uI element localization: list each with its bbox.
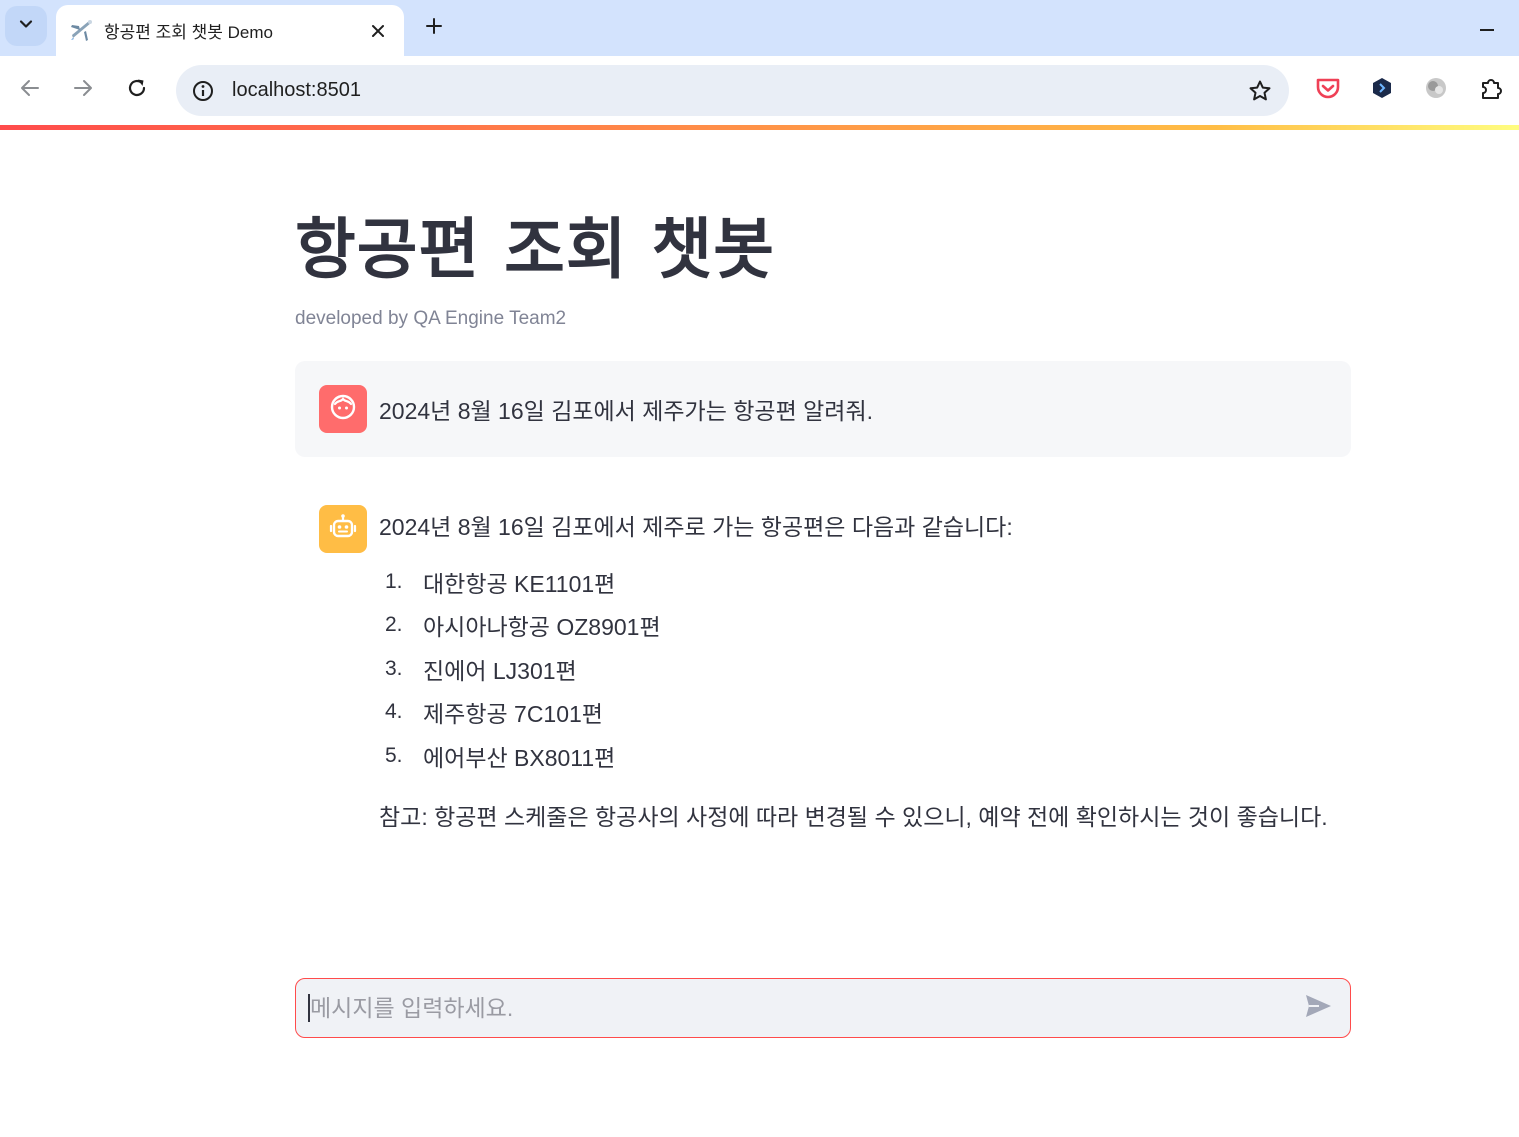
tab-title: 항공편 조회 챗봇 Demo: [104, 23, 273, 42]
flight-text: 아시아나항공 OZ8901편: [423, 614, 661, 641]
forward-arrow-icon: [72, 77, 94, 104]
chevron-down-icon: [18, 16, 34, 37]
flight-text: 에어부산 BX8011편: [423, 744, 616, 771]
page-caption: developed by QA Engine Team2: [295, 308, 567, 329]
ball-extension[interactable]: [1418, 72, 1454, 108]
assistant-message: 2024년 8월 16일 김포에서 제주로 가는 항공편은 다음과 같습니다: …: [295, 480, 1351, 900]
minimize-icon: [1479, 19, 1495, 37]
extensions-button[interactable]: [1473, 72, 1509, 108]
tab-strip: 항공편 조회 챗봇 Demo: [0, 0, 1519, 56]
flight-number-marker: 1.: [385, 569, 403, 593]
flight-list-item: 1. 대한항공 KE1101편: [379, 560, 661, 604]
robot-icon: [328, 512, 358, 547]
chat-input-container: [295, 978, 1351, 1038]
back-arrow-icon: [19, 77, 41, 104]
pocket-icon: [1315, 75, 1341, 106]
flight-text: 제주항공 7C101편: [423, 701, 603, 728]
flight-number-marker: 2.: [385, 613, 403, 637]
flight-list-item: 3. 진에어 LJ301편: [379, 647, 661, 691]
hex-extension[interactable]: [1364, 72, 1400, 108]
forward-button[interactable]: [63, 70, 103, 110]
info-icon[interactable]: [190, 78, 216, 104]
flight-number-marker: 5.: [385, 743, 403, 767]
new-tab-button[interactable]: [416, 10, 452, 46]
flight-list-item: 5. 에어부산 BX8011편: [379, 734, 661, 778]
url-text: localhost:8501: [232, 79, 361, 101]
back-button[interactable]: [10, 70, 50, 110]
address-bar[interactable]: localhost:8501: [176, 65, 1289, 116]
plus-icon: [425, 17, 443, 40]
puzzle-icon: [1478, 75, 1504, 106]
reload-button[interactable]: [117, 70, 157, 110]
flight-list: 1. 대한항공 KE1101편 2. 아시아나항공 OZ8901편 3. 진에어 LJ…: [379, 560, 661, 778]
assistant-note-text: 참고: 항공편 스케줄은 항공사의 사정에 따라 변경될 수 있으니, 예약 전…: [379, 804, 1328, 830]
tab-search-button[interactable]: [5, 6, 47, 46]
flight-text: 진에어 LJ301편: [423, 657, 577, 684]
close-icon[interactable]: [364, 17, 392, 45]
reload-icon: [126, 77, 148, 104]
flight-text: 대한항공 KE1101편: [423, 570, 616, 597]
send-icon: [1303, 991, 1333, 1026]
face-icon: [329, 393, 357, 426]
assistant-intro-text: 2024년 8월 16일 김포에서 제주로 가는 항공편은 다음과 같습니다:: [379, 514, 1013, 540]
user-avatar: [319, 385, 367, 433]
browser-tab-active[interactable]: 항공편 조회 챗봇 Demo: [56, 5, 404, 56]
extension-ball-icon: [1423, 75, 1449, 106]
user-message: 2024년 8월 16일 김포에서 제주가는 항공편 알려줘.: [295, 361, 1351, 457]
assistant-avatar: [319, 505, 367, 553]
chat-message-input[interactable]: [310, 994, 1298, 1022]
extension-hex-icon: [1370, 76, 1394, 105]
flight-list-item: 2. 아시아나항공 OZ8901편: [379, 604, 661, 648]
pocket-extension[interactable]: [1310, 72, 1346, 108]
minimize-button[interactable]: [1460, 8, 1514, 48]
user-message-text: 2024년 8월 16일 김포에서 제주가는 항공편 알려줘.: [379, 398, 873, 424]
page-title: 항공편 조회 챗봇: [295, 211, 775, 288]
flight-number-marker: 4.: [385, 700, 403, 724]
browser-toolbar: localhost:8501: [0, 56, 1519, 125]
airplane-icon: [68, 17, 96, 45]
flight-list-item: 4. 제주항공 7C101편: [379, 691, 661, 735]
send-button[interactable]: [1298, 988, 1338, 1028]
app-decoration-bar: [0, 125, 1519, 130]
flight-number-marker: 3.: [385, 656, 403, 680]
star-icon[interactable]: [1245, 76, 1275, 106]
